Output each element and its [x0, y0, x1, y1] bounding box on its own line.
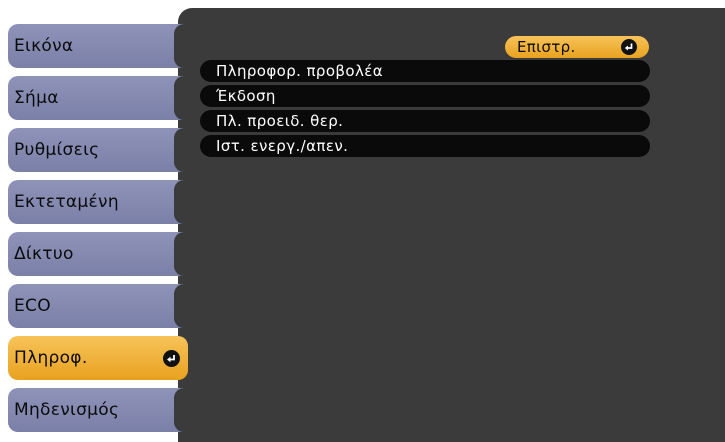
sidebar-item-label: Πληροφ. — [14, 348, 88, 368]
sidebar-item-label: Εκτεταμένη — [14, 192, 119, 212]
menu-item-projector-info[interactable]: Πληροφορ. προβολέα — [200, 60, 650, 82]
enter-return-icon — [163, 350, 180, 367]
sidebar-item-info[interactable]: Πληροφ. — [8, 336, 188, 380]
sidebar-item-settings[interactable]: Ρυθμίσεις — [8, 128, 190, 172]
sidebar-item-label: ECO — [14, 296, 51, 316]
menu-item-label: Έκδοση — [216, 87, 276, 105]
sidebar-item-eco[interactable]: ECO — [8, 284, 190, 328]
sidebar-item-network[interactable]: Δίκτυο — [8, 232, 190, 276]
menu-item-temperature-warning[interactable]: Πλ. προειδ. θερ. — [200, 110, 650, 132]
menu-item-version[interactable]: Έκδοση — [200, 85, 650, 107]
back-button[interactable]: Επιστρ. — [505, 36, 649, 58]
enter-return-icon — [621, 39, 637, 55]
menu-item-label: Πληροφορ. προβολέα — [216, 62, 384, 80]
sidebar-item-reset[interactable]: Μηδενισμός — [8, 388, 190, 432]
sidebar-item-signal[interactable]: Σήμα — [8, 76, 190, 120]
sidebar-item-label: Μηδενισμός — [14, 400, 120, 420]
sidebar-item-image[interactable]: Εικόνα — [8, 24, 190, 68]
menu-item-label: Ιστ. ενεργ./απεν. — [216, 137, 349, 155]
menu-item-label: Πλ. προειδ. θερ. — [216, 112, 344, 130]
sidebar-item-label: Σήμα — [14, 88, 59, 108]
sidebar-item-extended[interactable]: Εκτεταμένη — [8, 180, 190, 224]
sidebar-item-label: Ρυθμίσεις — [14, 140, 100, 160]
sidebar-item-label: Εικόνα — [14, 36, 74, 56]
menu-item-on-off-history[interactable]: Ιστ. ενεργ./απεν. — [200, 135, 650, 157]
back-button-label: Επιστρ. — [517, 38, 576, 56]
sidebar-item-label: Δίκτυο — [14, 244, 74, 264]
